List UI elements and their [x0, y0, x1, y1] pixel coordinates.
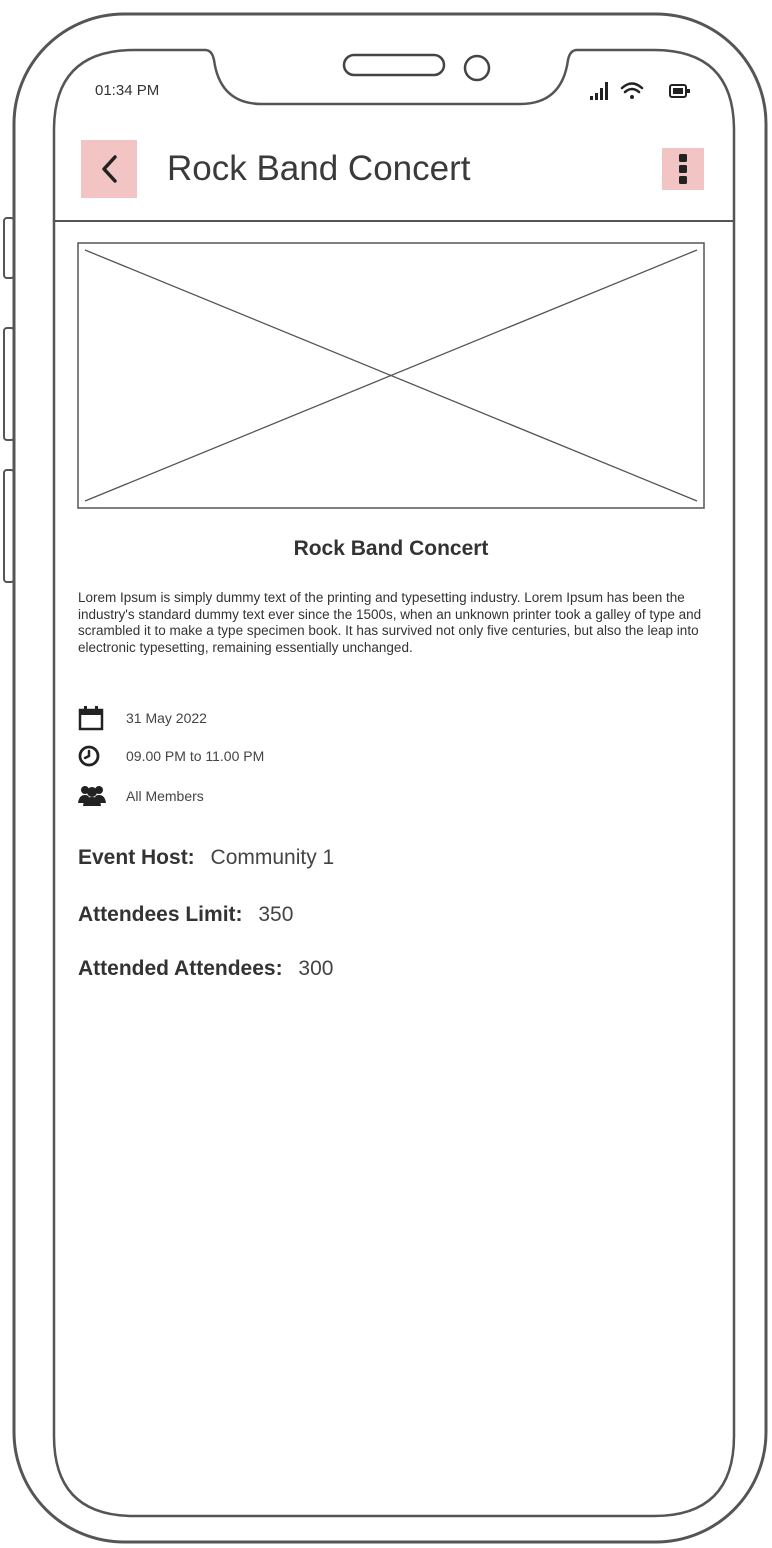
attendees-limit-label: Attendees Limit: [78, 903, 243, 926]
signal-icon [590, 82, 608, 100]
users-icon [78, 783, 106, 809]
wifi-icon [620, 82, 644, 99]
header-divider [54, 220, 735, 222]
battery-icon [669, 84, 690, 98]
phone-frame [3, 12, 768, 1544]
status-icons [588, 80, 698, 102]
event-date: 31 May 2022 [126, 710, 207, 726]
attended-attendees-label: Attended Attendees: [78, 957, 283, 980]
event-host-row: Event Host: Community 1 [78, 846, 334, 870]
event-audience: All Members [126, 788, 204, 804]
event-image [77, 242, 705, 509]
event-audience-row: All Members [78, 783, 204, 809]
event-title: Rock Band Concert [293, 537, 489, 560]
attended-attendees-row: Attended Attendees: 300 [78, 957, 333, 981]
image-placeholder-icon [77, 242, 705, 509]
attendees-limit-value: 350 [258, 903, 294, 926]
more-vertical-icon [679, 154, 687, 184]
event-description: Lorem Ipsum is simply dummy text of the … [78, 590, 702, 655]
chevron-left-icon [102, 155, 117, 183]
clock-icon [78, 743, 106, 769]
event-time-row: 09.00 PM to 11.00 PM [78, 743, 264, 769]
page-title: Rock Band Concert [167, 149, 471, 188]
event-host-value: Community 1 [210, 846, 335, 869]
event-time: 09.00 PM to 11.00 PM [126, 748, 265, 764]
calendar-icon [78, 705, 106, 731]
attendees-limit-row: Attendees Limit: 350 [78, 903, 293, 927]
menu-button[interactable] [662, 148, 704, 190]
event-date-row: 31 May 2022 [78, 705, 207, 731]
event-host-label: Event Host: [78, 846, 195, 869]
app-header: Rock Band Concert [54, 140, 734, 222]
attended-attendees-value: 300 [298, 957, 334, 980]
back-button[interactable] [81, 140, 137, 198]
status-time: 01:34 PM [95, 82, 160, 99]
